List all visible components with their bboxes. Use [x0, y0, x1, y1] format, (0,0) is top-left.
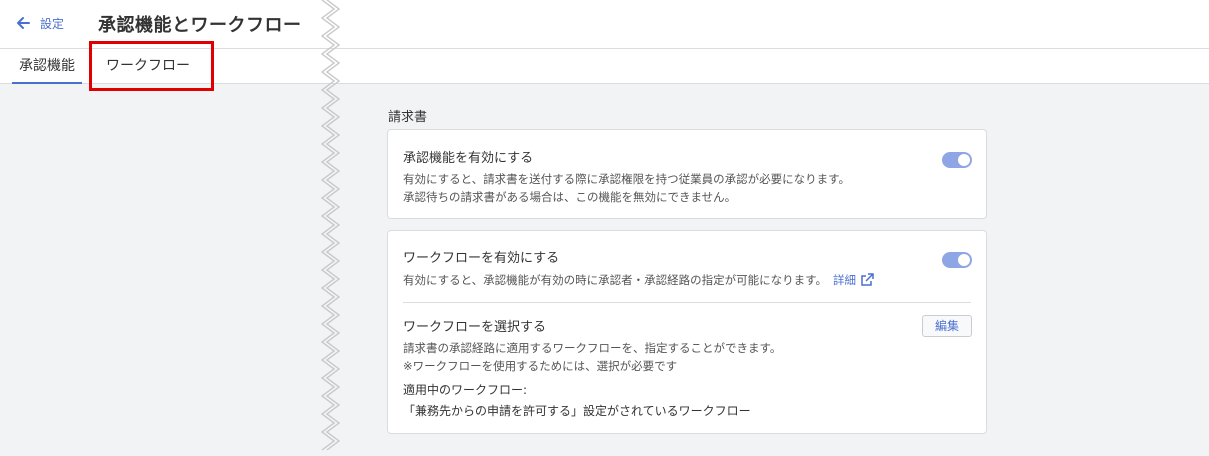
app-header: 設定 承認機能とワークフロー	[0, 0, 1209, 49]
approval-toggle[interactable]	[942, 152, 972, 168]
tab-approval[interactable]: 承認機能	[12, 49, 82, 84]
workflow-select-desc-line2: ※ワークフローを使用するためには、選択が必要です	[403, 359, 678, 373]
workflow-title: ワークフローを有効にする	[403, 251, 560, 266]
applied-workflow-label: 適用中のワークフロー:	[403, 383, 528, 397]
workflow-desc: 有効にすると、承認機能が有効の時に承認者・承認経路の指定が可能になります。	[403, 273, 828, 287]
back-button[interactable]: 設定	[14, 14, 64, 32]
approval-desc-line2: 承認待ちの請求書がある場合は、この機能を無効にできません。	[403, 190, 737, 204]
page-title: 承認機能とワークフロー	[98, 15, 302, 36]
applied-workflow-value: 「兼務先からの申請を許可する」設定がされているワークフロー	[403, 404, 751, 418]
approval-title: 承認機能を有効にする	[403, 151, 534, 166]
workflow-select-desc-line1: 請求書の承認経路に適用するワークフローを、指定することができます。	[403, 341, 782, 355]
workflow-card: ワークフローを有効にする 有効にすると、承認機能が有効の時に承認者・承認経路の指…	[387, 230, 987, 434]
external-link-icon[interactable]	[860, 273, 874, 287]
divider	[403, 302, 971, 303]
workflow-toggle[interactable]	[942, 252, 972, 268]
workflow-select-title: ワークフローを選択する	[403, 320, 547, 335]
tab-bar: 承認機能 ワークフロー	[0, 49, 1209, 84]
detail-link[interactable]: 詳細	[833, 273, 856, 287]
back-label[interactable]: 設定	[40, 15, 64, 32]
zigzag-divider	[320, 0, 341, 451]
section-title: 請求書	[388, 110, 428, 125]
workflow-desc-row: 有効にすると、承認機能が有効の時に承認者・承認経路の指定が可能になります。 詳細	[403, 271, 874, 289]
approval-card: 承認機能を有効にする 有効にすると、請求書を送付する際に承認権限を持つ従業員の承…	[387, 129, 987, 219]
edit-button[interactable]: 編集	[922, 315, 972, 337]
tab-workflow[interactable]: ワークフロー	[98, 49, 198, 84]
arrow-left-icon	[17, 17, 30, 29]
approval-desc-line1: 有効にすると、請求書を送付する際に承認権限を持つ従業員の承認が必要になります。	[403, 172, 851, 186]
